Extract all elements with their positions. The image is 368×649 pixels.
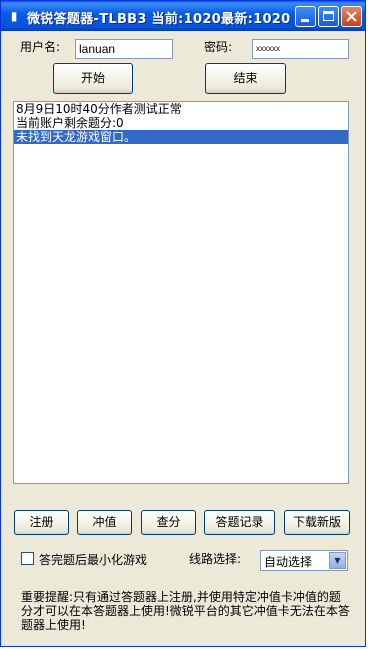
minimize-game-label: 答完题后最小化游戏 xyxy=(39,553,148,567)
maximize-button[interactable] xyxy=(318,6,339,27)
close-button[interactable] xyxy=(341,6,362,27)
log-line[interactable]: 当前账户剩余题分:0 xyxy=(14,116,348,130)
register-button[interactable]: 注册 xyxy=(14,510,69,535)
chevron-down-icon[interactable]: ▼ xyxy=(329,552,346,569)
recharge-button[interactable]: 冲值 xyxy=(77,510,132,535)
query-score-button[interactable]: 查分 xyxy=(141,510,196,535)
minimize-game-checkbox[interactable] xyxy=(21,552,34,565)
app-icon: ▮ xyxy=(10,9,18,23)
window-title: 微锐答题器-TLBB3 当前:1020最新:1020 xyxy=(27,12,291,27)
important-notice: 重要提醒:只有通过答题器上注册,并使用特定冲值卡冲值的题分才可以在本答题器上使用… xyxy=(21,590,350,632)
route-select[interactable]: 自动选择 ▼ xyxy=(260,550,348,571)
answer-records-button[interactable]: 答题记录 xyxy=(204,510,275,535)
log-list[interactable]: 8月9日10时40分作者测试正常 当前账户剩余题分:0 未找到天龙游戏窗口。 xyxy=(13,101,349,484)
download-update-button[interactable]: 下载新版 xyxy=(284,510,350,535)
password-field[interactable]: xxxxxx xyxy=(252,39,349,59)
password-label: 密码: xyxy=(204,40,233,54)
username-field[interactable]: lanuan xyxy=(75,39,173,59)
log-line-selected[interactable]: 未找到天龙游戏窗口。 xyxy=(14,130,348,144)
route-select-value: 自动选择 xyxy=(264,555,313,569)
route-label: 线路选择: xyxy=(189,552,242,566)
log-line[interactable]: 8月9日10时40分作者测试正常 xyxy=(14,102,348,116)
minimize-button[interactable] xyxy=(295,6,316,27)
start-button[interactable]: 开始 xyxy=(53,63,133,94)
minimize-icon xyxy=(301,19,309,22)
username-label: 用户名: xyxy=(20,40,61,54)
close-icon xyxy=(346,11,357,22)
stop-button[interactable]: 结束 xyxy=(205,63,286,94)
title-bar[interactable]: ▮ 微锐答题器-TLBB3 当前:1020最新:1020 xyxy=(1,1,365,31)
app-window: ▮ 微锐答题器-TLBB3 当前:1020最新:1020 用户名: lanuan… xyxy=(0,0,366,647)
maximize-icon xyxy=(323,11,334,21)
